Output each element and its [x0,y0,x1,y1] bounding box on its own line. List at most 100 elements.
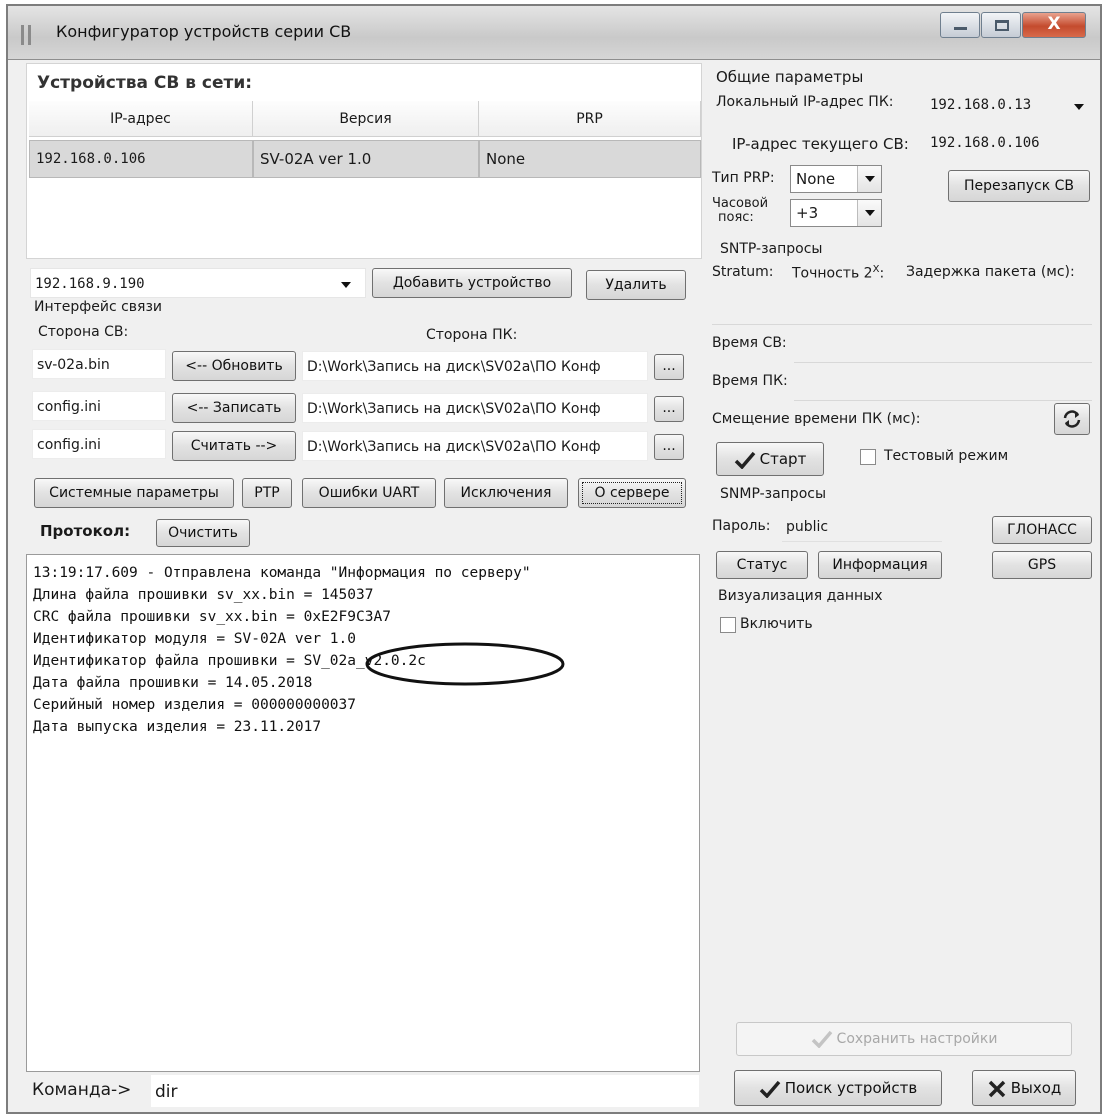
command-label: Команда-> [32,1080,132,1100]
current-ip-label: IP-адрес текущего СВ: [732,135,909,153]
pc-path-1[interactable]: D:\Work\Запись на диск\SV02a\ПО Конф [302,351,648,381]
stratum-label: Stratum: [712,264,774,280]
enable-visualization-checkbox[interactable] [720,617,736,633]
status-button[interactable]: Статус [716,551,808,579]
devices-panel: Устройства СВ в сети: IP-адрес Версия PR… [26,63,702,259]
highlight-ellipse [365,642,565,686]
current-ip-value: 192.168.0.106 [930,135,1040,151]
close-button[interactable]: X [1022,12,1086,38]
restart-sv-button[interactable]: Перезапуск СВ [948,170,1090,202]
table-cell-prp[interactable]: None [479,140,701,178]
title-bar: Конфигуратор устройств серии СВ X [8,6,1100,60]
refresh-icon [1063,410,1081,428]
exit-label: Выход [1010,1079,1062,1097]
browse-button-3[interactable]: ... [654,434,684,460]
password-input[interactable]: public [782,512,942,542]
table-cell-version[interactable]: SV-02A ver 1.0 [253,140,479,178]
local-ip-select[interactable]: 192.168.0.13 [926,90,1092,120]
chevron-down-icon[interactable] [1074,104,1084,110]
read-button[interactable]: Считать --> [172,431,296,461]
test-mode-checkbox[interactable] [860,449,876,465]
window-title: Конфигуратор устройств серии СВ [56,22,352,41]
sv-file-1[interactable]: sv-02a.bin [32,349,166,379]
browse-button-1[interactable]: ... [654,354,684,380]
password-label: Пароль: [712,518,771,534]
close-icon [988,1080,1005,1097]
glonass-button[interactable]: ГЛОНАСС [992,516,1092,544]
prp-type-select[interactable]: None [790,165,882,193]
devices-heading: Устройства СВ в сети: [37,73,253,93]
exit-button[interactable]: Выход [972,1070,1076,1106]
minimize-icon [954,27,967,30]
search-devices-button[interactable]: Поиск устройств [734,1070,942,1106]
start-button[interactable]: Старт [716,442,824,476]
refresh-button[interactable] [1054,403,1090,435]
tab-ptp[interactable]: PTP [242,478,292,508]
timezone-label-2: пояс: [718,210,754,225]
tab-system-params[interactable]: Системные параметры [34,478,234,508]
timezone-select[interactable]: +3 [790,199,882,227]
chevron-down-icon[interactable] [857,166,881,192]
snmp-title: SNMP-запросы [720,486,827,502]
write-button[interactable]: <-- Записать [172,393,296,423]
timezone-value: +3 [796,204,819,222]
browse-button-2[interactable]: ... [654,396,684,422]
log-line: CRC файла прошивки sv_xx.bin = 0xE2F9C3A… [33,609,391,625]
tab-uart-errors[interactable]: Ошибки UART [302,478,436,508]
save-settings-button[interactable]: Сохранить настройки [736,1022,1072,1056]
column-header-prp[interactable]: PRP [479,101,701,137]
checkmark-icon [811,1030,832,1049]
visualization-title: Визуализация данных [718,588,883,604]
maximize-icon [995,20,1009,31]
local-ip-label: Локальный IP-адрес ПК: [716,94,894,110]
protocol-label: Протокол: [40,522,131,540]
log-line: 13:19:17.609 - Отправлена команда "Инфор… [33,565,531,581]
checkmark-icon [759,1080,781,1099]
gps-button[interactable]: GPS [992,551,1092,579]
sv-file-2[interactable]: config.ini [32,391,166,421]
update-button[interactable]: <-- Обновить [172,351,296,381]
log-line: Серийный номер изделия = 000000000037 [33,697,357,713]
sv-time-label: Время СВ: [712,335,787,351]
app-window: Конфигуратор устройств серии СВ X Устрой… [6,4,1102,1114]
tab-exceptions[interactable]: Исключения [444,478,568,508]
log-line: Длина файла прошивки sv_xx.bin = 145037 [33,587,374,603]
clear-button[interactable]: Очистить [156,519,250,547]
pc-time-label: Время ПК: [712,373,788,389]
log-line: Дата выпуска изделия = 23.11.2017 [33,719,322,735]
command-input[interactable]: dir [150,1074,700,1108]
pc-path-3[interactable]: D:\Work\Запись на диск\SV02a\ПО Конф [302,431,648,461]
delay-label: Задержка пакета (мс): [906,264,1075,280]
remove-device-button[interactable]: Удалить [586,270,686,300]
protocol-log[interactable]: 13:19:17.609 - Отправлена команда "Инфор… [26,554,700,1072]
checkmark-icon [734,451,755,470]
timezone-label-1: Часовой [712,196,769,211]
test-mode-label: Тестовый режим [884,448,1009,464]
maximize-button[interactable] [981,12,1021,38]
table-cell-ip[interactable]: 192.168.0.106 [29,140,253,178]
sv-side-label: Сторона СВ: [38,324,129,340]
minimize-button[interactable] [940,12,980,38]
pc-side-label: Сторона ПК: [426,327,518,343]
save-settings-label: Сохранить настройки [836,1031,998,1047]
chevron-down-icon[interactable] [857,200,881,226]
pc-path-2[interactable]: D:\Work\Запись на диск\SV02a\ПО Конф [302,393,648,423]
column-header-ip[interactable]: IP-адрес [29,101,253,137]
app-icon [21,25,31,45]
tab-about-server[interactable]: О сервере [578,478,686,508]
info-button[interactable]: Информация [818,551,942,579]
sntp-title: SNTP-запросы [720,241,823,257]
device-ip-input[interactable]: 192.168.9.190 [30,268,366,298]
precision-label: Точность 2X: [792,264,885,282]
prp-type-value: None [796,170,836,188]
add-device-button[interactable]: Добавить устройство [372,268,572,298]
search-devices-label: Поиск устройств [784,1079,918,1097]
close-icon: X [1047,14,1061,34]
start-label: Старт [759,450,807,468]
column-header-version[interactable]: Версия [253,101,479,137]
window-controls: X [940,12,1088,38]
enable-visualization-label: Включить [740,616,813,632]
general-params-title: Общие параметры [716,68,864,86]
sv-file-3[interactable]: config.ini [32,429,166,459]
chevron-down-icon[interactable] [341,282,351,288]
